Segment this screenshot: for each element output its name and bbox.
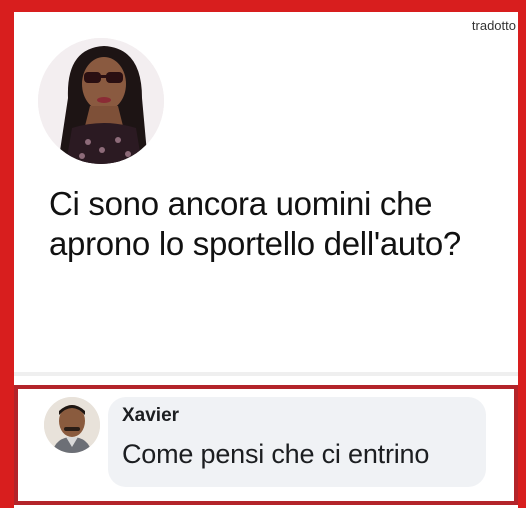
bottom-margin — [0, 508, 526, 522]
post-text-line-1: Ci sono ancora uomini che — [49, 185, 433, 222]
poster-avatar[interactable] — [38, 38, 164, 164]
comment-section: Xavier Come pensi che ci entrino — [14, 385, 518, 505]
comment-author[interactable]: Xavier — [122, 405, 179, 427]
translated-label: tradotto — [471, 18, 516, 33]
post-text: Ci sono ancora uomini che aprono lo spor… — [49, 184, 519, 264]
commenter-avatar-image — [44, 397, 100, 453]
commenter-avatar[interactable] — [44, 397, 100, 453]
comment-bubble[interactable]: Xavier Come pensi che ci entrino — [108, 397, 486, 487]
poster-avatar-image — [38, 38, 164, 164]
post-text-line-2: aprono lo sportello dell'auto? — [49, 225, 461, 262]
comment-text: Come pensi che ci entrino — [122, 439, 430, 469]
divider — [14, 372, 518, 376]
